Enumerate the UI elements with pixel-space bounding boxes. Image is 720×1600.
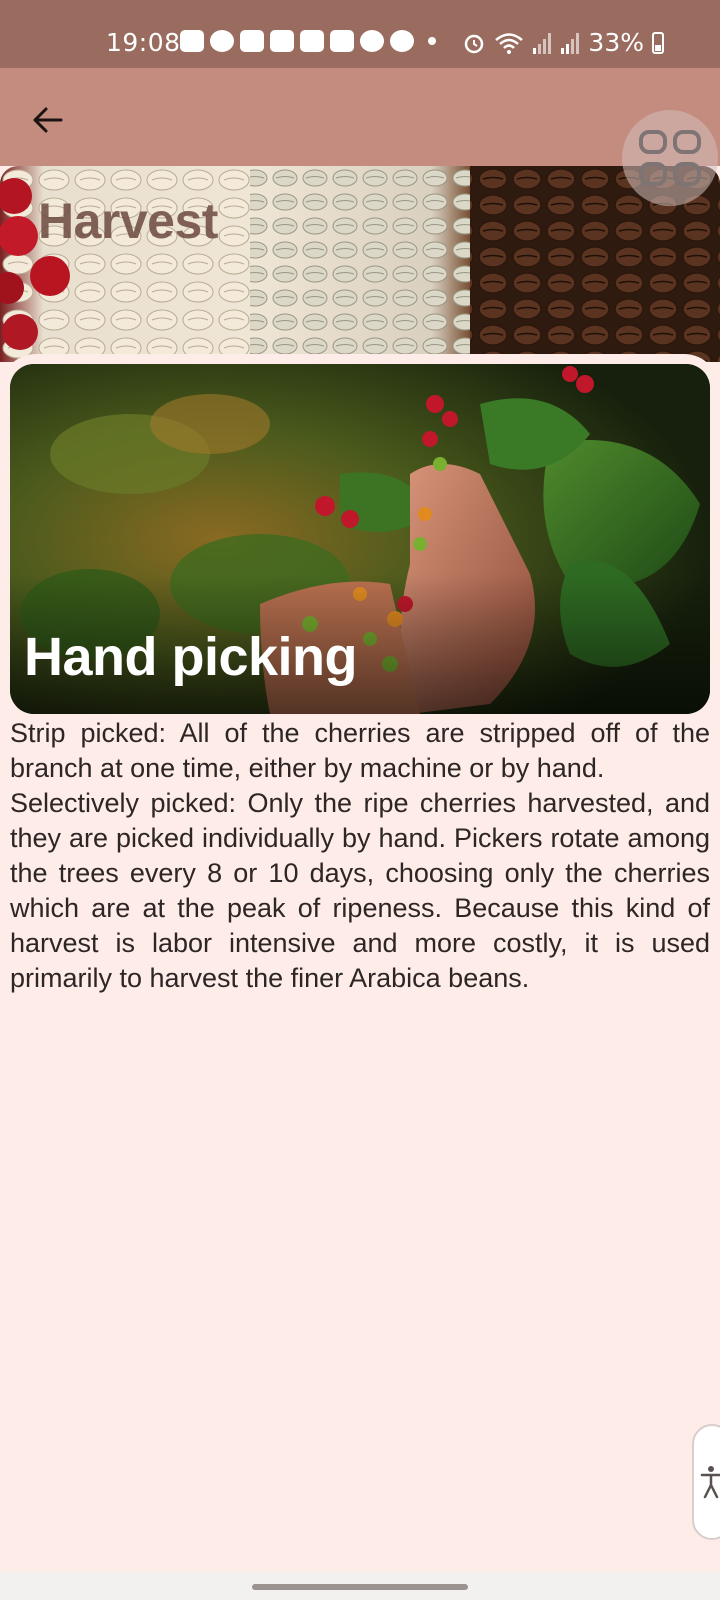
pinterest-icon bbox=[360, 30, 384, 52]
battery-percentage: 33% bbox=[588, 28, 644, 57]
dot-icon bbox=[428, 37, 436, 45]
system-icons: 33% bbox=[462, 28, 664, 57]
pinterest-icon bbox=[390, 30, 414, 52]
v-app-icon bbox=[240, 30, 264, 52]
home-indicator[interactable] bbox=[252, 1584, 468, 1590]
youtube-icon bbox=[300, 30, 324, 52]
paragraph-strip-picked: Strip picked: All of the cherries are st… bbox=[10, 718, 710, 783]
signal-icon bbox=[533, 32, 552, 54]
accessibility-icon bbox=[700, 1466, 720, 1499]
signal-icon bbox=[561, 32, 580, 54]
battery-icon bbox=[652, 31, 664, 54]
youtube-icon bbox=[270, 30, 294, 52]
paragraph-selectively-picked: Selectively picked: Only the ripe cherri… bbox=[10, 788, 710, 993]
status-time: 19:08 bbox=[106, 28, 181, 57]
hourglass-icon bbox=[330, 30, 354, 52]
accessibility-button[interactable] bbox=[692, 1424, 720, 1540]
wifi-icon bbox=[495, 32, 524, 54]
article-body: Strip picked: All of the cherries are st… bbox=[10, 716, 710, 996]
header-image: Harvest bbox=[0, 166, 720, 362]
card-title: Hand picking bbox=[24, 627, 358, 687]
app-bar bbox=[0, 68, 720, 166]
message-icon bbox=[180, 30, 204, 52]
arrow-left-icon bbox=[33, 107, 63, 133]
hand-picking-image: Hand picking bbox=[10, 364, 710, 714]
back-button[interactable] bbox=[22, 94, 74, 146]
page-title: Harvest bbox=[38, 193, 218, 249]
grid-icon bbox=[639, 130, 701, 186]
notification-icons bbox=[180, 30, 436, 52]
telegram-icon bbox=[210, 30, 234, 52]
alarm-icon bbox=[465, 34, 484, 53]
grid-button[interactable] bbox=[622, 110, 718, 206]
